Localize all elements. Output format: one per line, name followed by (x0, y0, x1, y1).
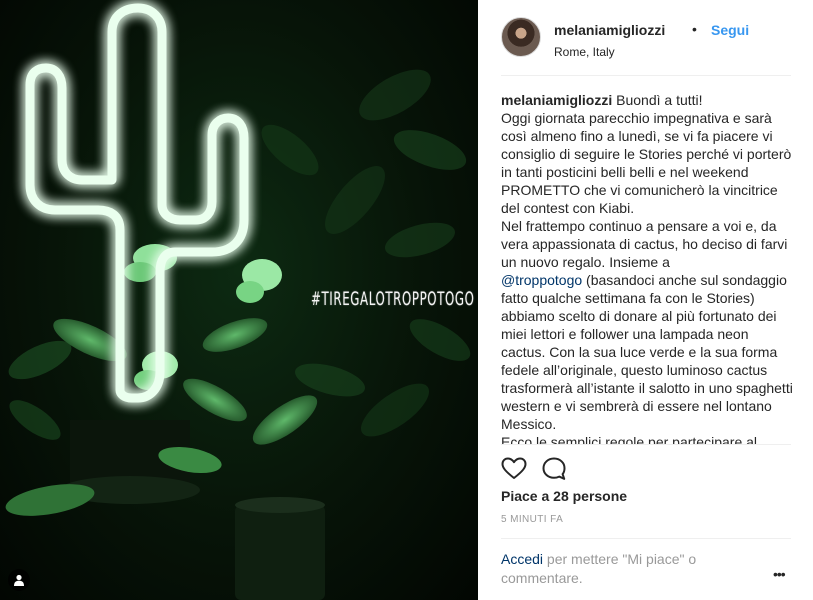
plant-pot (235, 505, 325, 600)
caption-intro: Nel frattempo continuo a pensare a voi e… (501, 218, 788, 270)
person-silhouette-icon (14, 574, 24, 586)
heart-outline-icon (501, 457, 527, 479)
caption-greeting: Buondì a tutti! (616, 92, 703, 108)
comment-button[interactable] (541, 456, 567, 482)
more-options-button[interactable]: ••• (773, 567, 791, 581)
comment-bubble-icon (542, 457, 566, 480)
divider (501, 444, 791, 445)
comment-prompt: Accedi per mettere "Mi piace" o commenta… (501, 550, 741, 588)
caption-paragraph: Oggi giornata parecchio impegnativa e sa… (501, 110, 792, 216)
post-location[interactable]: Rome, Italy (554, 45, 615, 59)
post-details-panel: melaniamigliozzi • Segui Rome, Italy mel… (478, 0, 813, 600)
avatar[interactable] (501, 17, 541, 57)
user-tag-button[interactable] (8, 569, 30, 591)
caption-last-line: Ecco le semplici regole per partecipare … (501, 434, 758, 444)
header-separator: • (692, 21, 697, 37)
divider (501, 538, 791, 539)
caption-mention-link[interactable]: @troppotogo (501, 272, 582, 288)
follow-button[interactable]: Segui (711, 22, 749, 38)
post-caption[interactable]: melaniamigliozzi Buondì a tutti! Oggi gi… (501, 91, 793, 444)
post-header: melaniamigliozzi • Segui Rome, Italy (501, 17, 791, 76)
likes-count[interactable]: Piace a 28 persone (501, 488, 627, 504)
caption-first-line: melaniamigliozzi Buondì a tutti! (501, 91, 793, 109)
caption-continued: (basandoci anche sul sondaggio fatto qua… (501, 272, 793, 432)
like-button[interactable] (501, 456, 527, 482)
login-link[interactable]: Accedi (501, 551, 543, 567)
author-username[interactable]: melaniamigliozzi (554, 22, 665, 38)
more-options-icon: ••• (773, 566, 786, 582)
post-timestamp[interactable]: 5 MINUTI FA (501, 514, 563, 525)
caption-username[interactable]: melaniamigliozzi (501, 92, 612, 108)
photo-hashtag-overlay: #TIREGALOTROPPOTOGO (311, 288, 475, 310)
post-photo[interactable]: #TIREGALOTROPPOTOGO (0, 0, 478, 600)
caption-paragraph-2: Nel frattempo continuo a pensare a voi e… (501, 217, 793, 433)
